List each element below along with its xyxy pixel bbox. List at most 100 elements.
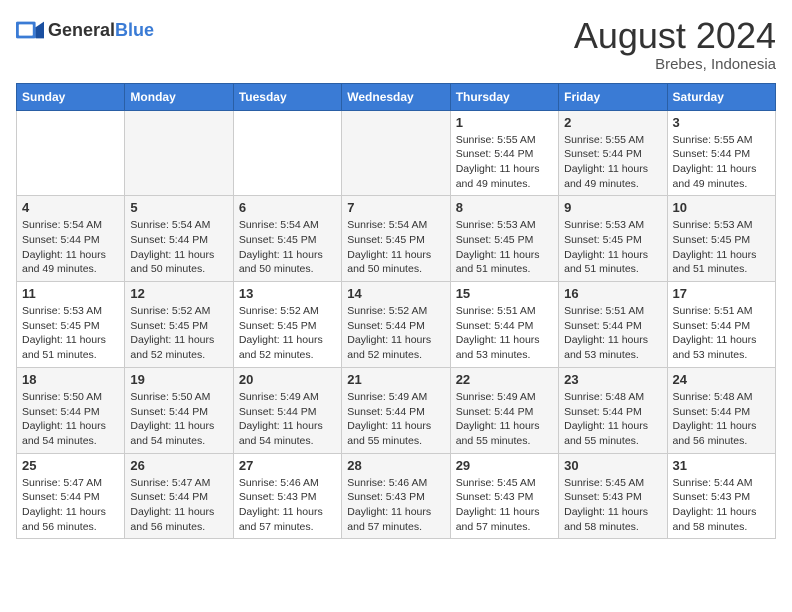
- weekday-header-sunday: Sunday: [17, 83, 125, 110]
- day-number: 7: [347, 200, 444, 215]
- calendar-cell: 26 Sunrise: 5:47 AM Sunset: 5:44 PM Dayli…: [125, 453, 233, 539]
- logo: GeneralBlue: [16, 16, 154, 44]
- main-title: August 2024: [574, 16, 776, 56]
- day-number: 15: [456, 286, 553, 301]
- day-info: Sunrise: 5:49 AM Sunset: 5:44 PM Dayligh…: [456, 390, 553, 449]
- day-number: 21: [347, 372, 444, 387]
- calendar-cell: 6 Sunrise: 5:54 AM Sunset: 5:45 PM Daylig…: [233, 196, 341, 282]
- day-number: 2: [564, 115, 661, 130]
- calendar-cell: 31 Sunrise: 5:44 AM Sunset: 5:43 PM Dayli…: [667, 453, 775, 539]
- logo-general: General: [48, 20, 115, 40]
- week-row-3: 11Sunrise: 5:53 AM Sunset: 5:45 PM Dayli…: [17, 282, 776, 368]
- day-number: 25: [22, 458, 119, 473]
- logo-text: GeneralBlue: [48, 20, 154, 41]
- weekday-header-friday: Friday: [559, 83, 667, 110]
- day-info: Sunrise: 5:53 AM Sunset: 5:45 PM Dayligh…: [456, 218, 553, 277]
- calendar-cell: 20Sunrise: 5:49 AM Sunset: 5:44 PM Dayli…: [233, 367, 341, 453]
- day-info: Sunrise: 5:47 AM Sunset: 5:44 PM Dayligh…: [130, 476, 227, 535]
- weekday-header-saturday: Saturday: [667, 83, 775, 110]
- week-row-2: 4Sunrise: 5:54 AM Sunset: 5:44 PM Daylig…: [17, 196, 776, 282]
- week-row-5: 25 Sunrise: 5:47 AM Sunset: 5:44 PM Dayli…: [17, 453, 776, 539]
- calendar-cell: 19 Sunrise: 5:50 AM Sunset: 5:44 PM Dayli…: [125, 367, 233, 453]
- page-header: GeneralBlue August 2024 Brebes, Indonesi…: [16, 16, 776, 73]
- weekday-header-tuesday: Tuesday: [233, 83, 341, 110]
- calendar-cell: [17, 110, 125, 196]
- week-row-4: 18 Sunrise: 5:50 AM Sunset: 5:44 PM Dayli…: [17, 367, 776, 453]
- day-info: Sunrise: 5:54 AM Sunset: 5:44 PM Dayligh…: [130, 218, 227, 277]
- calendar-cell: [342, 110, 450, 196]
- weekday-header-monday: Monday: [125, 83, 233, 110]
- day-number: 6: [239, 200, 336, 215]
- day-info: Sunrise: 5:52 AM Sunset: 5:45 PM Dayligh…: [130, 304, 227, 363]
- calendar-cell: 17Sunrise: 5:51 AM Sunset: 5:44 PM Dayli…: [667, 282, 775, 368]
- calendar-cell: 24 Sunrise: 5:48 AM Sunset: 5:44 PM Dayli…: [667, 367, 775, 453]
- day-info: Sunrise: 5:45 AM Sunset: 5:43 PM Dayligh…: [564, 476, 661, 535]
- day-info: Sunrise: 5:55 AM Sunset: 5:44 PM Dayligh…: [673, 133, 770, 192]
- day-info: Sunrise: 5:46 AM Sunset: 5:43 PM Dayligh…: [347, 476, 444, 535]
- calendar-cell: [233, 110, 341, 196]
- title-block: August 2024 Brebes, Indonesia: [574, 16, 776, 73]
- day-info: Sunrise: 5:49 AM Sunset: 5:44 PM Dayligh…: [347, 390, 444, 449]
- calendar-cell: 29Sunrise: 5:45 AM Sunset: 5:43 PM Dayli…: [450, 453, 558, 539]
- calendar-cell: 7 Sunrise: 5:54 AM Sunset: 5:45 PM Daylig…: [342, 196, 450, 282]
- weekday-header-thursday: Thursday: [450, 83, 558, 110]
- calendar-cell: 5 Sunrise: 5:54 AM Sunset: 5:44 PM Daylig…: [125, 196, 233, 282]
- day-number: 5: [130, 200, 227, 215]
- calendar-cell: 15 Sunrise: 5:51 AM Sunset: 5:44 PM Dayli…: [450, 282, 558, 368]
- calendar-cell: 4Sunrise: 5:54 AM Sunset: 5:44 PM Daylig…: [17, 196, 125, 282]
- day-number: 13: [239, 286, 336, 301]
- calendar-cell: 16 Sunrise: 5:51 AM Sunset: 5:44 PM Dayli…: [559, 282, 667, 368]
- subtitle: Brebes, Indonesia: [574, 56, 776, 73]
- day-number: 11: [22, 286, 119, 301]
- day-number: 19: [130, 372, 227, 387]
- day-info: Sunrise: 5:54 AM Sunset: 5:45 PM Dayligh…: [239, 218, 336, 277]
- day-info: Sunrise: 5:51 AM Sunset: 5:44 PM Dayligh…: [564, 304, 661, 363]
- day-number: 30: [564, 458, 661, 473]
- calendar-cell: 22 Sunrise: 5:49 AM Sunset: 5:44 PM Dayli…: [450, 367, 558, 453]
- day-number: 28: [347, 458, 444, 473]
- day-info: Sunrise: 5:46 AM Sunset: 5:43 PM Dayligh…: [239, 476, 336, 535]
- calendar-cell: 27 Sunrise: 5:46 AM Sunset: 5:43 PM Dayli…: [233, 453, 341, 539]
- day-info: Sunrise: 5:51 AM Sunset: 5:44 PM Dayligh…: [673, 304, 770, 363]
- calendar-cell: 11Sunrise: 5:53 AM Sunset: 5:45 PM Dayli…: [17, 282, 125, 368]
- day-number: 24: [673, 372, 770, 387]
- day-info: Sunrise: 5:54 AM Sunset: 5:44 PM Dayligh…: [22, 218, 119, 277]
- calendar-cell: 13 Sunrise: 5:52 AM Sunset: 5:45 PM Dayli…: [233, 282, 341, 368]
- calendar-cell: 25Sunrise: 5:47 AM Sunset: 5:44 PM Dayli…: [17, 453, 125, 539]
- day-info: Sunrise: 5:55 AM Sunset: 5:44 PM Dayligh…: [456, 133, 553, 192]
- calendar-cell: 28 Sunrise: 5:46 AM Sunset: 5:43 PM Dayli…: [342, 453, 450, 539]
- calendar-cell: 14 Sunrise: 5:52 AM Sunset: 5:44 PM Dayli…: [342, 282, 450, 368]
- day-number: 8: [456, 200, 553, 215]
- day-number: 14: [347, 286, 444, 301]
- day-number: 22: [456, 372, 553, 387]
- day-info: Sunrise: 5:44 AM Sunset: 5:43 PM Dayligh…: [673, 476, 770, 535]
- day-number: 12: [130, 286, 227, 301]
- calendar-table: SundayMondayTuesdayWednesdayThursdayFrid…: [16, 83, 776, 540]
- calendar-cell: 18 Sunrise: 5:50 AM Sunset: 5:44 PM Dayli…: [17, 367, 125, 453]
- calendar-cell: 21 Sunrise: 5:49 AM Sunset: 5:44 PM Dayli…: [342, 367, 450, 453]
- day-number: 31: [673, 458, 770, 473]
- calendar-cell: 12 Sunrise: 5:52 AM Sunset: 5:45 PM Dayli…: [125, 282, 233, 368]
- day-info: Sunrise: 5:50 AM Sunset: 5:44 PM Dayligh…: [22, 390, 119, 449]
- day-number: 20: [239, 372, 336, 387]
- weekday-header-row: SundayMondayTuesdayWednesdayThursdayFrid…: [17, 83, 776, 110]
- day-info: Sunrise: 5:53 AM Sunset: 5:45 PM Dayligh…: [564, 218, 661, 277]
- day-number: 29: [456, 458, 553, 473]
- day-info: Sunrise: 5:54 AM Sunset: 5:45 PM Dayligh…: [347, 218, 444, 277]
- day-info: Sunrise: 5:52 AM Sunset: 5:45 PM Dayligh…: [239, 304, 336, 363]
- day-number: 26: [130, 458, 227, 473]
- calendar-cell: 8 Sunrise: 5:53 AM Sunset: 5:45 PM Daylig…: [450, 196, 558, 282]
- day-number: 18: [22, 372, 119, 387]
- day-info: Sunrise: 5:51 AM Sunset: 5:44 PM Dayligh…: [456, 304, 553, 363]
- day-info: Sunrise: 5:50 AM Sunset: 5:44 PM Dayligh…: [130, 390, 227, 449]
- logo-icon: [16, 16, 44, 44]
- day-number: 23: [564, 372, 661, 387]
- logo-blue: Blue: [115, 20, 154, 40]
- day-number: 27: [239, 458, 336, 473]
- day-info: Sunrise: 5:48 AM Sunset: 5:44 PM Dayligh…: [673, 390, 770, 449]
- day-number: 16: [564, 286, 661, 301]
- day-info: Sunrise: 5:55 AM Sunset: 5:44 PM Dayligh…: [564, 133, 661, 192]
- day-number: 9: [564, 200, 661, 215]
- day-info: Sunrise: 5:52 AM Sunset: 5:44 PM Dayligh…: [347, 304, 444, 363]
- calendar-cell: 23Sunrise: 5:48 AM Sunset: 5:44 PM Dayli…: [559, 367, 667, 453]
